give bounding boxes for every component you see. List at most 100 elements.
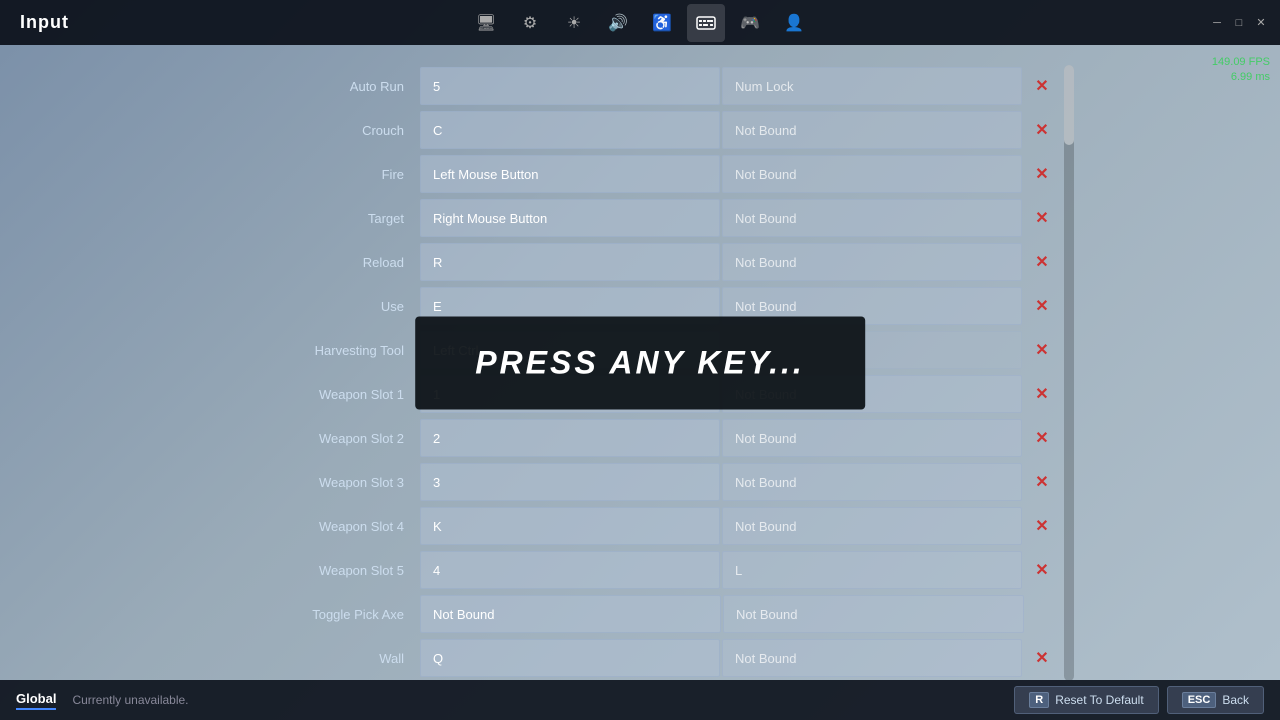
scroll-track[interactable] [1064, 65, 1074, 680]
binding-row-crouch: Crouch C Not Bound ✕ [220, 109, 1060, 151]
main-content: Auto Run 5 Num Lock ✕ Crouch C Not Bound… [0, 45, 1280, 680]
label-auto-run: Auto Run [220, 79, 420, 94]
key-target-secondary[interactable]: Not Bound [722, 199, 1022, 237]
status-text: Currently unavailable. [72, 693, 188, 707]
key-fire-primary[interactable]: Left Mouse Button [420, 155, 720, 193]
delete-weapon-slot-2[interactable]: ✕ [1024, 419, 1060, 457]
ms-value: 6.99 ms [1212, 70, 1270, 85]
back-label: Back [1222, 693, 1249, 707]
delete-weapon-slot-5[interactable]: ✕ [1024, 551, 1060, 589]
binding-row-toggle-pick-axe: Toggle Pick Axe Not Bound Not Bound [220, 593, 1060, 635]
bindings-container: Auto Run 5 Num Lock ✕ Crouch C Not Bound… [220, 65, 1060, 680]
maximize-button[interactable]: □ [1232, 16, 1246, 30]
delete-target[interactable]: ✕ [1024, 199, 1060, 237]
key-weapon-slot-1-secondary[interactable]: Not Bound [722, 375, 1022, 413]
key-crouch-primary[interactable]: C [420, 111, 720, 149]
binding-row-weapon-slot-3: Weapon Slot 3 3 Not Bound ✕ [220, 461, 1060, 503]
key-target-primary[interactable]: Right Mouse Button [420, 199, 720, 237]
binding-row-weapon-slot-2: Weapon Slot 2 2 Not Bound ✕ [220, 417, 1060, 459]
key-weapon-slot-3-secondary[interactable]: Not Bound [722, 463, 1022, 501]
fps-counter: 149.09 FPS 6.99 ms [1212, 55, 1270, 86]
key-weapon-slot-2-primary[interactable]: 2 [420, 419, 720, 457]
scroll-thumb[interactable] [1064, 65, 1074, 145]
bottom-bar: Global Currently unavailable. R Reset To… [0, 680, 1280, 720]
global-tab[interactable]: Global [16, 691, 56, 710]
label-target: Target [220, 211, 420, 226]
delete-weapon-slot-4[interactable]: ✕ [1024, 507, 1060, 545]
delete-weapon-slot-3[interactable]: ✕ [1024, 463, 1060, 501]
delete-fire[interactable]: ✕ [1024, 155, 1060, 193]
label-crouch: Crouch [220, 123, 420, 138]
key-weapon-slot-4-primary[interactable]: K [420, 507, 720, 545]
key-weapon-slot-1-primary[interactable]: 1 [420, 375, 720, 413]
fps-value: 149.09 FPS [1212, 55, 1270, 70]
binding-row-wall: Wall Q Not Bound ✕ [220, 637, 1060, 679]
key-crouch-secondary[interactable]: Not Bound [722, 111, 1022, 149]
binding-row-reload: Reload R Not Bound ✕ [220, 241, 1060, 283]
key-auto-run-primary[interactable]: 5 [420, 67, 720, 105]
key-auto-run-secondary[interactable]: Num Lock [722, 67, 1022, 105]
page-title: Input [20, 12, 69, 33]
key-weapon-slot-2-secondary[interactable]: Not Bound [722, 419, 1022, 457]
reset-to-default-button[interactable]: R Reset To Default [1014, 686, 1158, 714]
key-weapon-slot-4-secondary[interactable]: Not Bound [722, 507, 1022, 545]
window-controls: ─ □ ✕ [1210, 16, 1268, 30]
binding-row-weapon-slot-1: Weapon Slot 1 1 Not Bound ✕ [220, 373, 1060, 415]
binding-row-fire: Fire Left Mouse Button Not Bound ✕ [220, 153, 1060, 195]
key-weapon-slot-5-secondary[interactable]: L [722, 551, 1022, 589]
binding-row-harvesting-tool: Harvesting Tool Left Ctrl ✕ [220, 329, 1060, 371]
controller-nav-icon[interactable]: 🎮 [731, 4, 769, 42]
label-use: Use [220, 299, 420, 314]
key-use-primary[interactable]: E [420, 287, 720, 325]
delete-wall[interactable]: ✕ [1024, 639, 1060, 677]
delete-use[interactable]: ✕ [1024, 287, 1060, 325]
key-use-secondary[interactable]: Not Bound [722, 287, 1022, 325]
label-weapon-slot-3: Weapon Slot 3 [220, 475, 420, 490]
key-harvesting-tool-primary[interactable]: Left Ctrl [420, 331, 720, 369]
display-nav-icon[interactable]: 🖥 [467, 4, 505, 42]
delete-crouch[interactable]: ✕ [1024, 111, 1060, 149]
label-harvesting-tool: Harvesting Tool [220, 343, 420, 358]
bottom-right: R Reset To Default ESC Back [1014, 686, 1264, 714]
binding-row-weapon-slot-4: Weapon Slot 4 K Not Bound ✕ [220, 505, 1060, 547]
no-delete-toggle-pick-axe [1024, 595, 1060, 633]
key-weapon-slot-3-primary[interactable]: 3 [420, 463, 720, 501]
key-fire-secondary[interactable]: Not Bound [722, 155, 1022, 193]
audio-nav-icon[interactable]: 🔊 [599, 4, 637, 42]
binding-row-target: Target Right Mouse Button Not Bound ✕ [220, 197, 1060, 239]
close-button[interactable]: ✕ [1254, 16, 1268, 30]
back-button[interactable]: ESC Back [1167, 686, 1264, 714]
label-weapon-slot-5: Weapon Slot 5 [220, 563, 420, 578]
account-nav-icon[interactable]: 👤 [775, 4, 813, 42]
delete-weapon-slot-1[interactable]: ✕ [1024, 375, 1060, 413]
delete-auto-run[interactable]: ✕ [1024, 67, 1060, 105]
delete-reload[interactable]: ✕ [1024, 243, 1060, 281]
reset-key-badge: R [1029, 692, 1049, 708]
binding-row-auto-run: Auto Run 5 Num Lock ✕ [220, 65, 1060, 107]
key-toggle-pick-axe-secondary[interactable]: Not Bound [723, 595, 1024, 633]
key-toggle-pick-axe-primary[interactable]: Not Bound [420, 595, 721, 633]
title-bar: Input 🖥 ⚙ ☀ 🔊 ♿ 🎮 👤 ─ □ ✕ [0, 0, 1280, 45]
label-weapon-slot-2: Weapon Slot 2 [220, 431, 420, 446]
label-fire: Fire [220, 167, 420, 182]
input-nav-icon[interactable] [687, 4, 725, 42]
binding-row-weapon-slot-5: Weapon Slot 5 4 L ✕ [220, 549, 1060, 591]
key-weapon-slot-5-primary[interactable]: 4 [420, 551, 720, 589]
key-wall-primary[interactable]: Q [420, 639, 720, 677]
reset-label: Reset To Default [1055, 693, 1144, 707]
brightness-nav-icon[interactable]: ☀ [555, 4, 593, 42]
minimize-button[interactable]: ─ [1210, 16, 1224, 30]
key-reload-secondary[interactable]: Not Bound [722, 243, 1022, 281]
label-weapon-slot-1: Weapon Slot 1 [220, 387, 420, 402]
accessibility-nav-icon[interactable]: ♿ [643, 4, 681, 42]
label-toggle-pick-axe: Toggle Pick Axe [220, 607, 420, 622]
nav-icons: 🖥 ⚙ ☀ 🔊 ♿ 🎮 👤 [467, 4, 813, 42]
key-wall-secondary[interactable]: Not Bound [722, 639, 1022, 677]
binding-row-use: Use E Not Bound ✕ [220, 285, 1060, 327]
label-wall: Wall [220, 651, 420, 666]
key-reload-primary[interactable]: R [420, 243, 720, 281]
settings-nav-icon[interactable]: ⚙ [511, 4, 549, 42]
key-harvesting-tool-secondary[interactable] [722, 331, 1022, 369]
delete-harvesting-tool[interactable]: ✕ [1024, 331, 1060, 369]
label-reload: Reload [220, 255, 420, 270]
